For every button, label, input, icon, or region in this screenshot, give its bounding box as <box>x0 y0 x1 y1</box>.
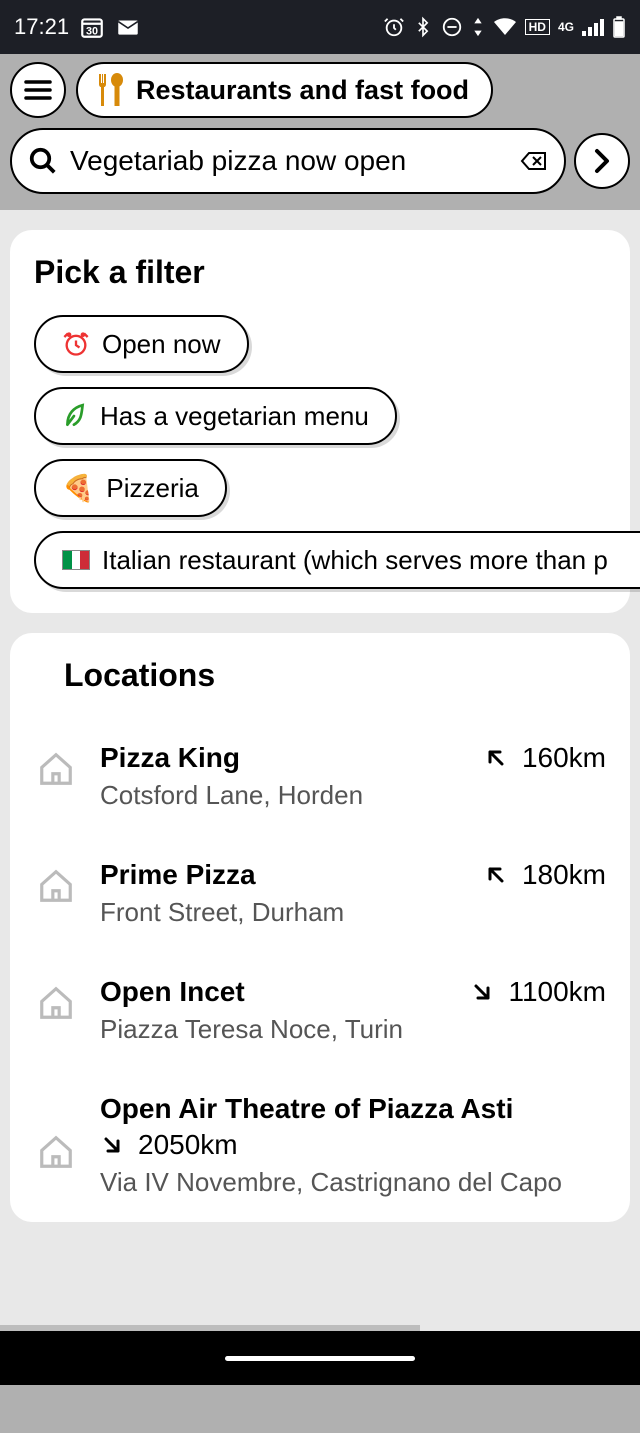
location-distance: 160km <box>522 742 606 774</box>
alarm-icon <box>383 16 405 38</box>
filter-open-now[interactable]: Open now <box>34 315 249 373</box>
location-address: Piazza Teresa Noce, Turin <box>100 1014 606 1045</box>
filter-label: Has a vegetarian menu <box>100 401 369 432</box>
category-pill[interactable]: Restaurants and fast food <box>76 62 493 118</box>
dnd-icon <box>441 16 463 38</box>
location-name: Pizza King <box>100 742 240 774</box>
location-name: Open Air Theatre of Piazza Asti <box>100 1093 513 1125</box>
filter-pizzeria[interactable]: 🍕 Pizzeria <box>34 459 227 517</box>
location-distance: 1100km <box>508 976 606 1008</box>
locations-title: Locations <box>64 657 606 694</box>
clear-icon[interactable] <box>520 149 548 173</box>
filter-label: Open now <box>102 329 221 360</box>
arrow-se-icon <box>470 980 494 1004</box>
location-name: Prime Pizza <box>100 859 256 891</box>
location-item[interactable]: Open Air Theatre of Piazza Asti 2050km V… <box>34 1069 606 1222</box>
locations-card: Locations Pizza King 160km Cotsford Lane… <box>10 633 630 1222</box>
status-time: 17:21 <box>14 14 69 40</box>
location-distance: 180km <box>522 859 606 891</box>
alarm-clock-icon <box>62 330 90 358</box>
mail-icon <box>115 14 141 40</box>
filter-label: Pizzeria <box>106 473 198 504</box>
fork-spoon-icon <box>92 72 126 108</box>
calendar-icon: 30 <box>79 14 105 40</box>
filter-vegetarian[interactable]: Has a vegetarian menu <box>34 387 397 445</box>
house-icon <box>37 867 75 905</box>
location-item[interactable]: Pizza King 160km Cotsford Lane, Horden <box>34 718 606 835</box>
filter-label: Italian restaurant (which serves more th… <box>102 545 608 576</box>
location-address: Front Street, Durham <box>100 897 606 928</box>
house-icon <box>37 984 75 1022</box>
location-address: Cotsford Lane, Horden <box>100 780 606 811</box>
location-distance: 2050km <box>138 1129 238 1161</box>
search-icon <box>28 146 58 176</box>
nav-handle[interactable] <box>225 1356 415 1361</box>
status-bar: 17:21 30 HD 4G <box>0 0 640 54</box>
filters-card: Pick a filter Open now Has a vegetarian … <box>10 230 630 613</box>
pizza-icon: 🍕 <box>62 473 94 504</box>
bluetooth-icon <box>413 16 433 38</box>
wifi-icon <box>493 17 517 37</box>
header-zone: Restaurants and fast food <box>0 54 640 210</box>
content-area: Pick a filter Open now Has a vegetarian … <box>0 210 640 1385</box>
filter-italian[interactable]: Italian restaurant (which serves more th… <box>34 531 640 589</box>
next-button[interactable] <box>574 133 630 189</box>
category-label: Restaurants and fast food <box>136 75 469 106</box>
android-nav-bar <box>0 1331 640 1385</box>
svg-text:30: 30 <box>86 26 98 38</box>
signal-icon <box>582 18 604 36</box>
hd-badge: HD <box>525 19 550 35</box>
flag-italy-icon <box>62 550 90 570</box>
location-address: Via IV Novembre, Castrignano del Capo <box>100 1167 606 1198</box>
location-name: Open Incet <box>100 976 245 1008</box>
search-input[interactable] <box>70 145 508 177</box>
menu-button[interactable] <box>10 62 66 118</box>
filters-title: Pick a filter <box>34 254 606 291</box>
location-item[interactable]: Prime Pizza 180km Front Street, Durham <box>34 835 606 952</box>
chevron-right-icon <box>592 147 612 175</box>
net-gen: 4G <box>558 20 574 34</box>
leaf-icon <box>62 402 88 430</box>
arrow-nw-icon <box>484 863 508 887</box>
house-icon <box>37 750 75 788</box>
battery-icon <box>612 16 626 38</box>
arrow-se-icon <box>100 1133 124 1157</box>
house-icon <box>37 1133 75 1171</box>
arrow-nw-icon <box>484 746 508 770</box>
location-item[interactable]: Open Incet 1100km Piazza Teresa Noce, Tu… <box>34 952 606 1069</box>
updown-icon <box>471 16 485 38</box>
search-field[interactable] <box>10 128 566 194</box>
hamburger-icon <box>23 78 53 102</box>
